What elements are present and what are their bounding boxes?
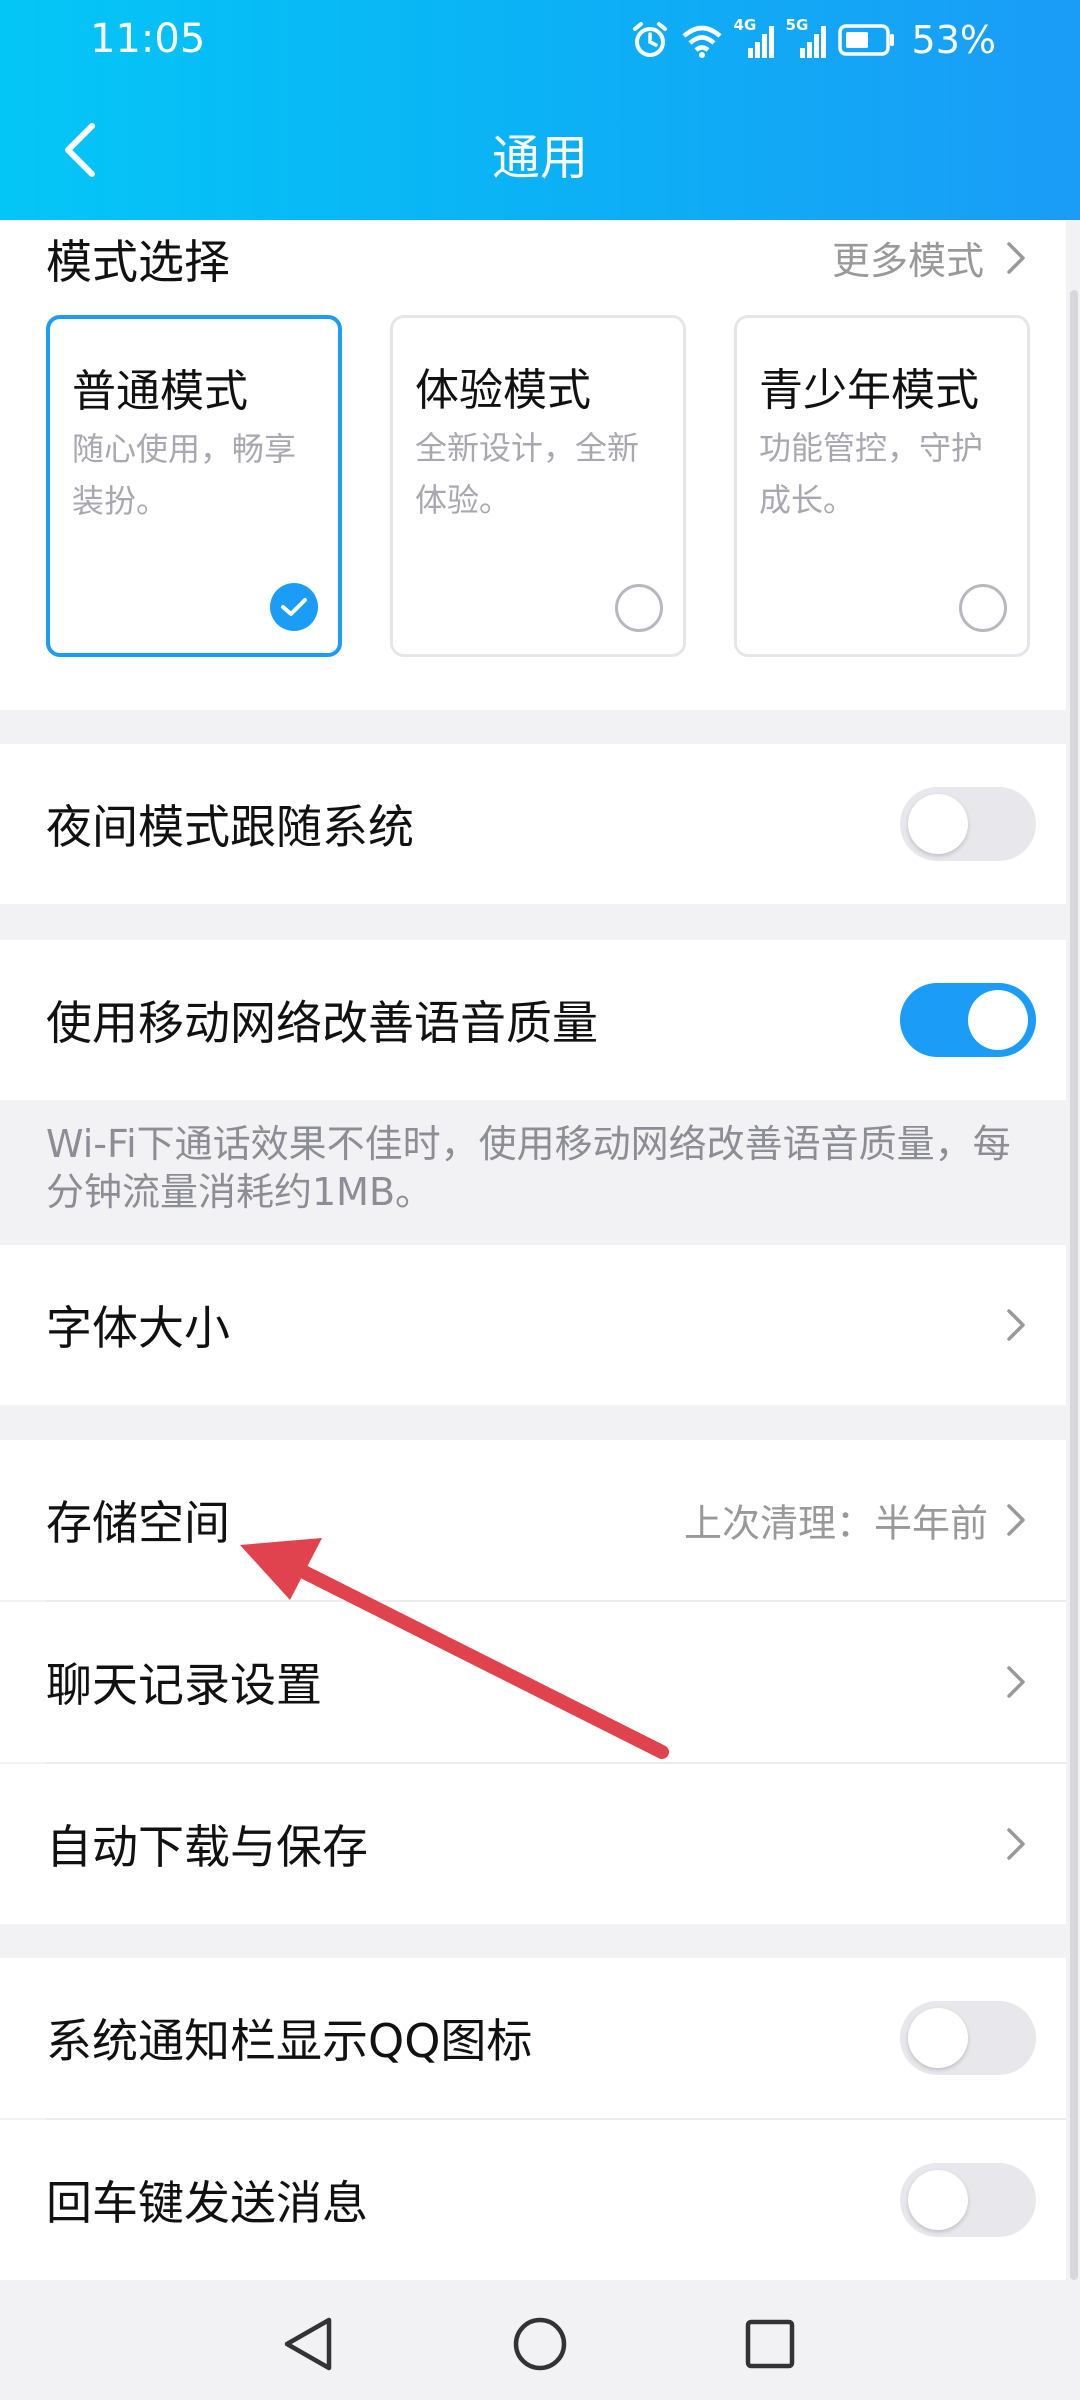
status-bar: 11:05 4G 5G 53% <box>0 0 1080 80</box>
chevron-right-icon <box>1007 1666 1025 1698</box>
notify-icon-toggle[interactable] <box>900 2001 1036 2075</box>
page-title: 通用 <box>491 130 588 186</box>
notify-icon-label: 系统通知栏显示QQ图标 <box>46 2014 533 2068</box>
scrollbar[interactable] <box>1070 290 1078 2280</box>
mode-title: 体验模式 <box>415 365 591 416</box>
auto-download-row[interactable]: 自动下载与保存 <box>0 1764 1066 1924</box>
night-mode-label: 夜间模式跟随系统 <box>46 800 414 854</box>
toggle-knob <box>908 2170 968 2230</box>
radio-unselected-icon <box>959 584 1007 632</box>
font-size-label: 字体大小 <box>46 1301 230 1355</box>
storage-last-cleaned: 上次清理：半年前 <box>683 1501 988 1546</box>
night-mode-row: 夜间模式跟随系统 <box>0 744 1066 904</box>
chat-history-label: 聊天记录设置 <box>46 1658 322 1712</box>
chat-history-row[interactable]: 聊天记录设置 <box>0 1602 1066 1762</box>
mobile-voice-hint: Wi-Fi下通话效果不佳时，使用移动网络改善语音质量，每分钟流量消耗约1MB。 <box>46 1122 1011 1214</box>
storage-label: 存储空间 <box>46 1496 230 1550</box>
mode-desc: 全新设计，全新体验。 <box>415 429 640 519</box>
mode-title: 普通模式 <box>72 366 248 417</box>
chevron-right-icon <box>1007 241 1025 274</box>
battery-percent: 53% <box>911 18 996 62</box>
toggle-knob <box>908 2008 968 2068</box>
night-mode-toggle[interactable] <box>900 787 1036 861</box>
signal-1-icon: 4G <box>734 16 776 62</box>
toggle-knob <box>908 794 968 854</box>
battery-icon <box>837 24 894 56</box>
status-icons: 4G 5G 53% <box>630 14 996 66</box>
radio-unselected-icon <box>615 584 663 632</box>
circle-home-icon <box>513 2317 567 2371</box>
nav-back-button[interactable] <box>276 2312 340 2376</box>
auto-download-label: 自动下载与保存 <box>46 1820 368 1874</box>
font-size-row[interactable]: 字体大小 <box>0 1245 1066 1405</box>
status-time: 11:05 <box>90 16 206 62</box>
mode-section-title: 模式选择 <box>46 235 230 289</box>
enter-send-label: 回车键发送消息 <box>46 2176 368 2230</box>
mode-card-experience[interactable]: 体验模式 全新设计，全新体验。 <box>390 315 686 657</box>
chevron-right-icon <box>1007 1504 1025 1536</box>
mode-selection-section: 模式选择 更多模式 普通模式 随心使用，畅享装扮。 体验模式 全新设计，全新体验… <box>0 220 1066 710</box>
notify-icon-row: 系统通知栏显示QQ图标 <box>0 1958 1066 2118</box>
nav-recents-button[interactable] <box>738 2312 802 2376</box>
mobile-voice-label: 使用移动网络改善语音质量 <box>46 996 598 1050</box>
mobile-voice-row: 使用移动网络改善语音质量 <box>0 940 1066 1100</box>
alarm-icon <box>632 22 667 57</box>
more-modes-link[interactable]: 更多模式 <box>832 230 1026 285</box>
mode-desc: 随心使用，畅享装扮。 <box>72 430 297 520</box>
enter-send-row: 回车键发送消息 <box>0 2120 1066 2280</box>
chevron-right-icon <box>1007 1828 1025 1860</box>
mode-card-teen[interactable]: 青少年模式 功能管控，守护成长。 <box>734 315 1030 657</box>
square-recents-icon <box>745 2319 795 2369</box>
wifi-icon <box>682 25 722 58</box>
mode-desc: 功能管控，守护成长。 <box>759 429 984 519</box>
selected-check-icon <box>270 583 318 631</box>
signal-2-icon: 5G <box>786 16 828 62</box>
storage-row[interactable]: 存储空间 上次清理：半年前 <box>0 1440 1066 1600</box>
chevron-right-icon <box>1007 1309 1025 1341</box>
nav-home-button[interactable] <box>508 2312 572 2376</box>
enter-send-toggle[interactable] <box>900 2163 1036 2237</box>
mode-title: 青少年模式 <box>759 365 979 416</box>
more-modes-label: 更多模式 <box>831 239 984 283</box>
toggle-knob <box>968 990 1028 1050</box>
mode-card-normal[interactable]: 普通模式 随心使用，畅享装扮。 <box>46 315 342 657</box>
system-nav-bar <box>0 2282 1080 2400</box>
mobile-voice-toggle[interactable] <box>900 983 1036 1057</box>
triangle-back-icon <box>284 2317 332 2371</box>
app-header: 11:05 4G 5G 53% 通用 <box>0 0 1080 220</box>
